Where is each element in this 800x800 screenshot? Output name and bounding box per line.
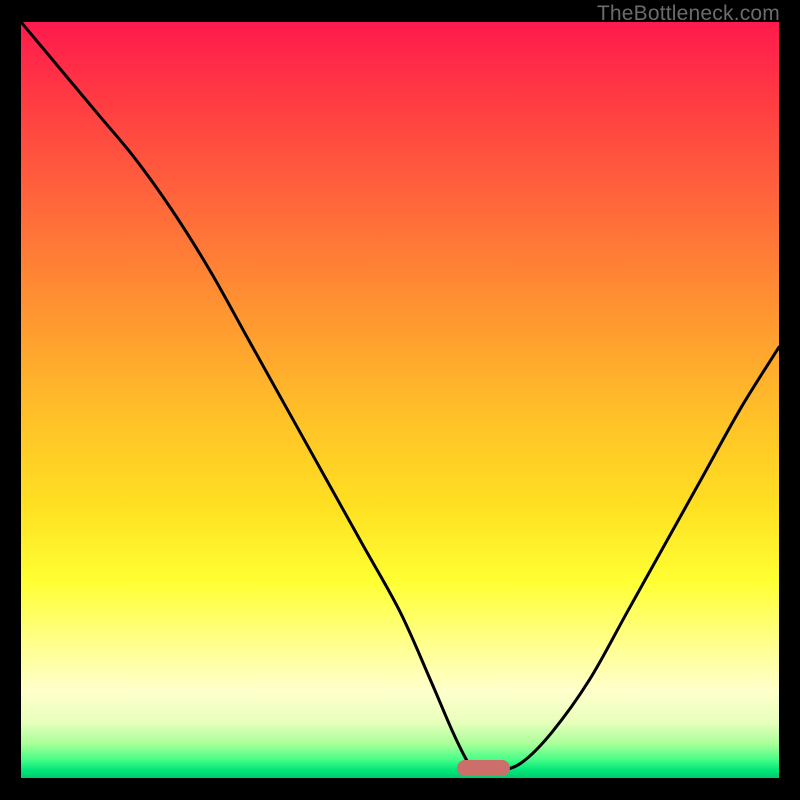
- chart-container: TheBottleneck.com: [0, 0, 800, 800]
- bottleneck-curve-svg: [21, 22, 779, 778]
- watermark-text: TheBottleneck.com: [597, 2, 780, 26]
- bottleneck-curve: [21, 22, 779, 771]
- optimum-marker: [457, 760, 510, 776]
